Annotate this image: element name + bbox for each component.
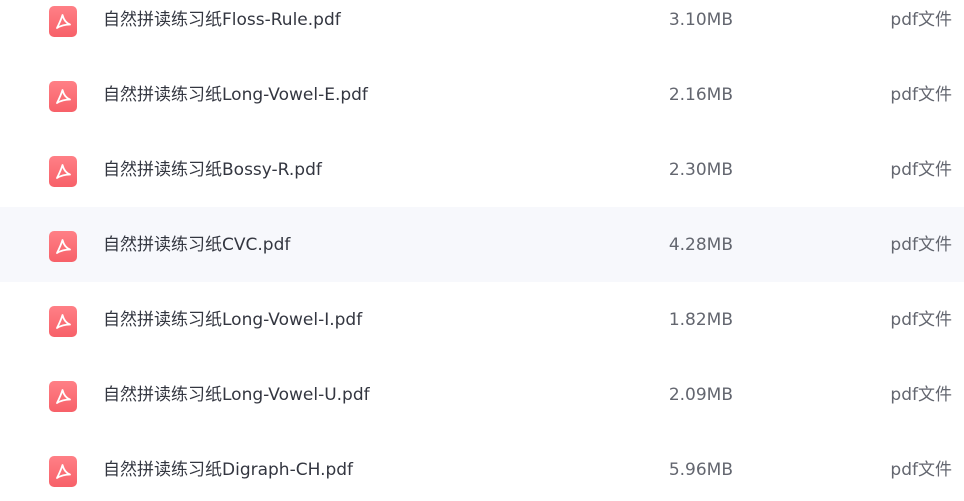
- file-row[interactable]: 自然拼读练习纸Bossy-R.pdf 2.30MB pdf文件: [0, 132, 964, 207]
- pdf-file-icon: [49, 231, 77, 262]
- file-name[interactable]: 自然拼读练习纸CVC.pdf: [103, 233, 290, 257]
- file-size: 2.09MB: [668, 385, 733, 405]
- file-type: pdf文件: [890, 160, 952, 180]
- file-size: 4.28MB: [668, 235, 733, 255]
- file-type: pdf文件: [890, 235, 952, 255]
- file-type: pdf文件: [890, 385, 952, 405]
- pdf-file-icon: [49, 456, 77, 487]
- file-size: 5.96MB: [668, 460, 733, 480]
- file-size: 2.16MB: [668, 85, 733, 105]
- file-name[interactable]: 自然拼读练习纸Long-Vowel-E.pdf: [103, 83, 368, 107]
- pdf-file-icon: [49, 381, 77, 412]
- file-name[interactable]: 自然拼读练习纸Bossy-R.pdf: [103, 158, 322, 182]
- file-row[interactable]: 自然拼读练习纸Floss-Rule.pdf 3.10MB pdf文件: [0, 0, 964, 57]
- file-name[interactable]: 自然拼读练习纸Digraph-CH.pdf: [103, 458, 353, 482]
- file-type: pdf文件: [890, 460, 952, 480]
- pdf-file-icon: [49, 306, 77, 337]
- file-name[interactable]: 自然拼读练习纸Long-Vowel-U.pdf: [103, 383, 370, 407]
- file-size: 3.10MB: [668, 10, 733, 30]
- pdf-file-icon: [49, 81, 77, 112]
- file-name[interactable]: 自然拼读练习纸Floss-Rule.pdf: [103, 8, 341, 32]
- file-row[interactable]: 自然拼读练习纸Long-Vowel-I.pdf 1.82MB pdf文件: [0, 282, 964, 357]
- file-type: pdf文件: [890, 10, 952, 30]
- file-row[interactable]: 自然拼读练习纸Long-Vowel-E.pdf 2.16MB pdf文件: [0, 57, 964, 132]
- file-row-hovered[interactable]: 自然拼读练习纸CVC.pdf 4.28MB pdf文件: [0, 207, 964, 282]
- file-row[interactable]: 自然拼读练习纸Digraph-CH.pdf 5.96MB pdf文件: [0, 432, 964, 501]
- pdf-file-icon: [49, 156, 77, 187]
- file-row[interactable]: 自然拼读练习纸Long-Vowel-U.pdf 2.09MB pdf文件: [0, 357, 964, 432]
- file-list: 自然拼读练习纸Floss-Rule.pdf 3.10MB pdf文件 自然拼读练…: [0, 0, 964, 501]
- file-name[interactable]: 自然拼读练习纸Long-Vowel-I.pdf: [103, 308, 362, 332]
- file-size: 1.82MB: [668, 310, 733, 330]
- file-type: pdf文件: [890, 85, 952, 105]
- file-type: pdf文件: [890, 310, 952, 330]
- file-size: 2.30MB: [668, 160, 733, 180]
- pdf-file-icon: [49, 6, 77, 37]
